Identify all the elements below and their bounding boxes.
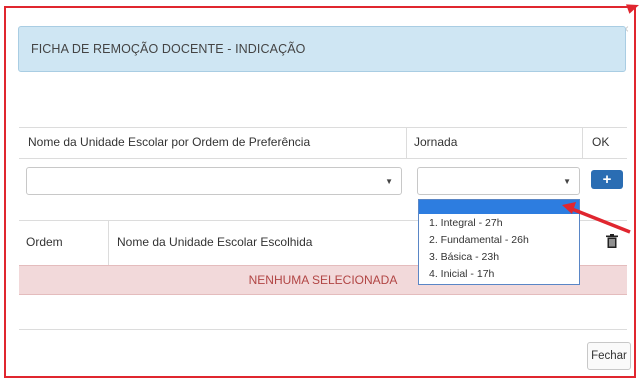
modal-header-panel: FICHA DE REMOÇÃO DOCENTE - INDICAÇÃO xyxy=(18,26,626,72)
column-header-chosen-school: Nome da Unidade Escolar Escolhida xyxy=(117,235,313,249)
dropdown-option-inicial[interactable]: 4. Inicial - 17h xyxy=(429,268,494,280)
column-header-school: Nome da Unidade Escolar por Ordem de Pre… xyxy=(28,135,311,149)
school-select[interactable]: ▼ xyxy=(26,167,402,195)
column-header-ok: OK xyxy=(592,135,610,149)
form-table-top-border xyxy=(19,127,627,128)
modal-title: FICHA DE REMOÇÃO DOCENTE - INDICAÇÃO xyxy=(31,42,306,56)
dropdown-option-fundamental[interactable]: 2. Fundamental - 26h xyxy=(429,234,529,246)
footer-divider xyxy=(19,329,627,330)
chevron-down-icon: ▼ xyxy=(385,177,393,186)
chevron-down-icon: ▼ xyxy=(563,177,571,186)
dropdown-option-integral[interactable]: 1. Integral - 27h xyxy=(429,217,503,229)
jornada-select[interactable]: ▼ xyxy=(417,167,580,195)
close-button[interactable]: Fechar xyxy=(587,342,631,370)
trash-icon[interactable] xyxy=(606,234,618,248)
column-divider xyxy=(582,127,583,158)
column-divider xyxy=(406,127,407,158)
annotation-arrow-top-right xyxy=(626,0,639,14)
column-header-ordem: Ordem xyxy=(26,235,63,249)
annotation-arrow-icon xyxy=(562,202,631,234)
form-table-header-border xyxy=(19,158,627,159)
add-school-button[interactable]: + xyxy=(591,170,623,189)
jornada-dropdown-list[interactable]: 1. Integral - 27h 2. Fundamental - 26h 3… xyxy=(418,199,580,285)
column-divider xyxy=(108,220,109,265)
dropdown-option-basica[interactable]: 3. Básica - 23h xyxy=(429,251,499,263)
dropdown-highlighted-option[interactable] xyxy=(419,200,579,214)
column-header-jornada: Jornada xyxy=(414,135,458,149)
